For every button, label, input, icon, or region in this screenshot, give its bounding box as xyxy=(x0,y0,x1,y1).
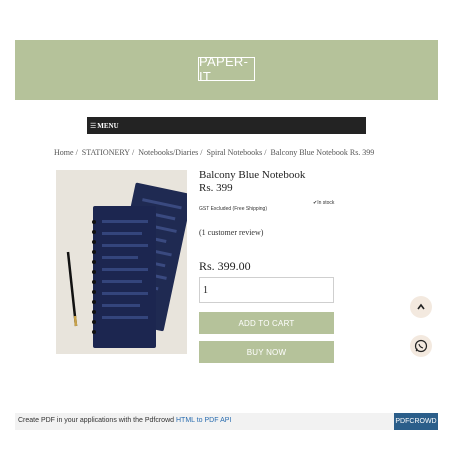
menu-bar[interactable]: ☰ MENU xyxy=(87,117,366,134)
footer-link[interactable]: HTML to PDF API xyxy=(176,417,231,424)
add-to-cart-button[interactable]: ADD TO CART xyxy=(199,312,334,334)
breadcrumb-spiral[interactable]: Spiral Notebooks xyxy=(207,148,263,157)
scroll-top-button[interactable] xyxy=(410,296,432,318)
whatsapp-button[interactable] xyxy=(410,335,432,357)
buy-now-button[interactable]: BUY NOW xyxy=(199,341,334,363)
site-logo[interactable]: PAPER-IT xyxy=(198,54,255,84)
whatsapp-icon xyxy=(414,339,428,353)
reviews-link[interactable]: (1 customer review) xyxy=(199,228,263,237)
hamburger-icon: ☰ xyxy=(90,121,97,130)
footer-text: Create PDF in your applications with the… xyxy=(18,417,231,424)
product-price: Rs. 399.00 xyxy=(199,259,251,273)
pdfcrowd-footer: Create PDF in your applications with the… xyxy=(15,413,438,430)
chevron-up-icon xyxy=(417,303,425,310)
stock-label: In stock xyxy=(317,200,335,206)
notebook-illustration xyxy=(56,170,187,354)
footer-message: Create PDF in your applications with the… xyxy=(18,417,175,424)
breadcrumb-home[interactable]: Home xyxy=(54,148,74,157)
menu-label: MENU xyxy=(97,121,119,130)
pdfcrowd-button[interactable]: PDFCROWD xyxy=(394,413,438,430)
breadcrumb-notebooks[interactable]: Notebooks/Diaries xyxy=(138,148,198,157)
product-title-price: Rs. 399 xyxy=(199,182,233,194)
stock-status: ✔In stock xyxy=(313,200,334,206)
breadcrumb: Home / STATIONERY / Notebooks/Diaries / Spi… xyxy=(54,148,375,157)
product-image[interactable] xyxy=(56,170,187,354)
gst-note: GST Excluded (Free Shipping) xyxy=(199,206,267,212)
quantity-input[interactable] xyxy=(199,277,334,303)
product-title: Balcony Blue Notebook xyxy=(199,169,306,181)
breadcrumb-current: Balcony Blue Notebook Rs. 399 xyxy=(270,148,375,157)
breadcrumb-stationery[interactable]: STATIONERY xyxy=(82,148,130,157)
